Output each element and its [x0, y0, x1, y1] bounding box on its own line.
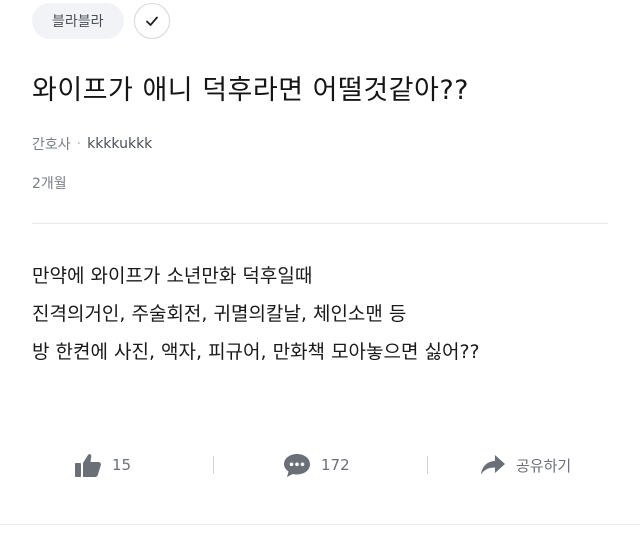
- post-actions: 15 172 공유하기: [0, 448, 640, 482]
- action-divider: [213, 456, 214, 474]
- thumbs-up-icon: [75, 454, 101, 477]
- like-button[interactable]: 15: [74, 448, 131, 482]
- board-name: 블라블라: [52, 14, 104, 30]
- comment-button[interactable]: 172: [283, 448, 350, 482]
- share-label: 공유하기: [516, 456, 572, 475]
- author-info: 간호사 · kkkkukkk: [32, 134, 152, 154]
- comment-count: 172: [321, 456, 350, 474]
- board-chip[interactable]: 블라블라: [32, 3, 124, 39]
- body-line: 방 한켠에 사진, 액자, 피규어, 만화책 모아놓으면 싫어??: [32, 341, 480, 363]
- board-header: 블라블라: [32, 2, 170, 40]
- author-company: 간호사: [32, 137, 71, 153]
- post-body: 만약에 와이프가 소년만화 덕후일때 진격의거인, 주술회전, 귀멸의칼날, 체…: [32, 257, 480, 371]
- comment-bubble-icon: [284, 454, 310, 477]
- like-count: 15: [112, 456, 132, 474]
- post-time: 2개월: [32, 176, 67, 192]
- body-line: 만약에 와이프가 소년만화 덕후일때: [32, 265, 313, 287]
- author-nickname[interactable]: kkkkukkk: [87, 136, 152, 152]
- post-title: 와이프가 애니 덕후라면 어떨것같아??: [32, 75, 470, 106]
- header-divider: [32, 223, 608, 224]
- checkmark-icon: [145, 16, 158, 26]
- action-divider: [427, 456, 428, 474]
- share-button[interactable]: 공유하기: [480, 448, 571, 482]
- share-arrow-icon: [481, 455, 505, 475]
- bottom-divider: [0, 524, 640, 525]
- follow-board-button[interactable]: [133, 3, 170, 39]
- body-line: 진격의거인, 주술회전, 귀멸의칼날, 체인소맨 등: [32, 303, 407, 325]
- author-separator: ·: [76, 136, 82, 152]
